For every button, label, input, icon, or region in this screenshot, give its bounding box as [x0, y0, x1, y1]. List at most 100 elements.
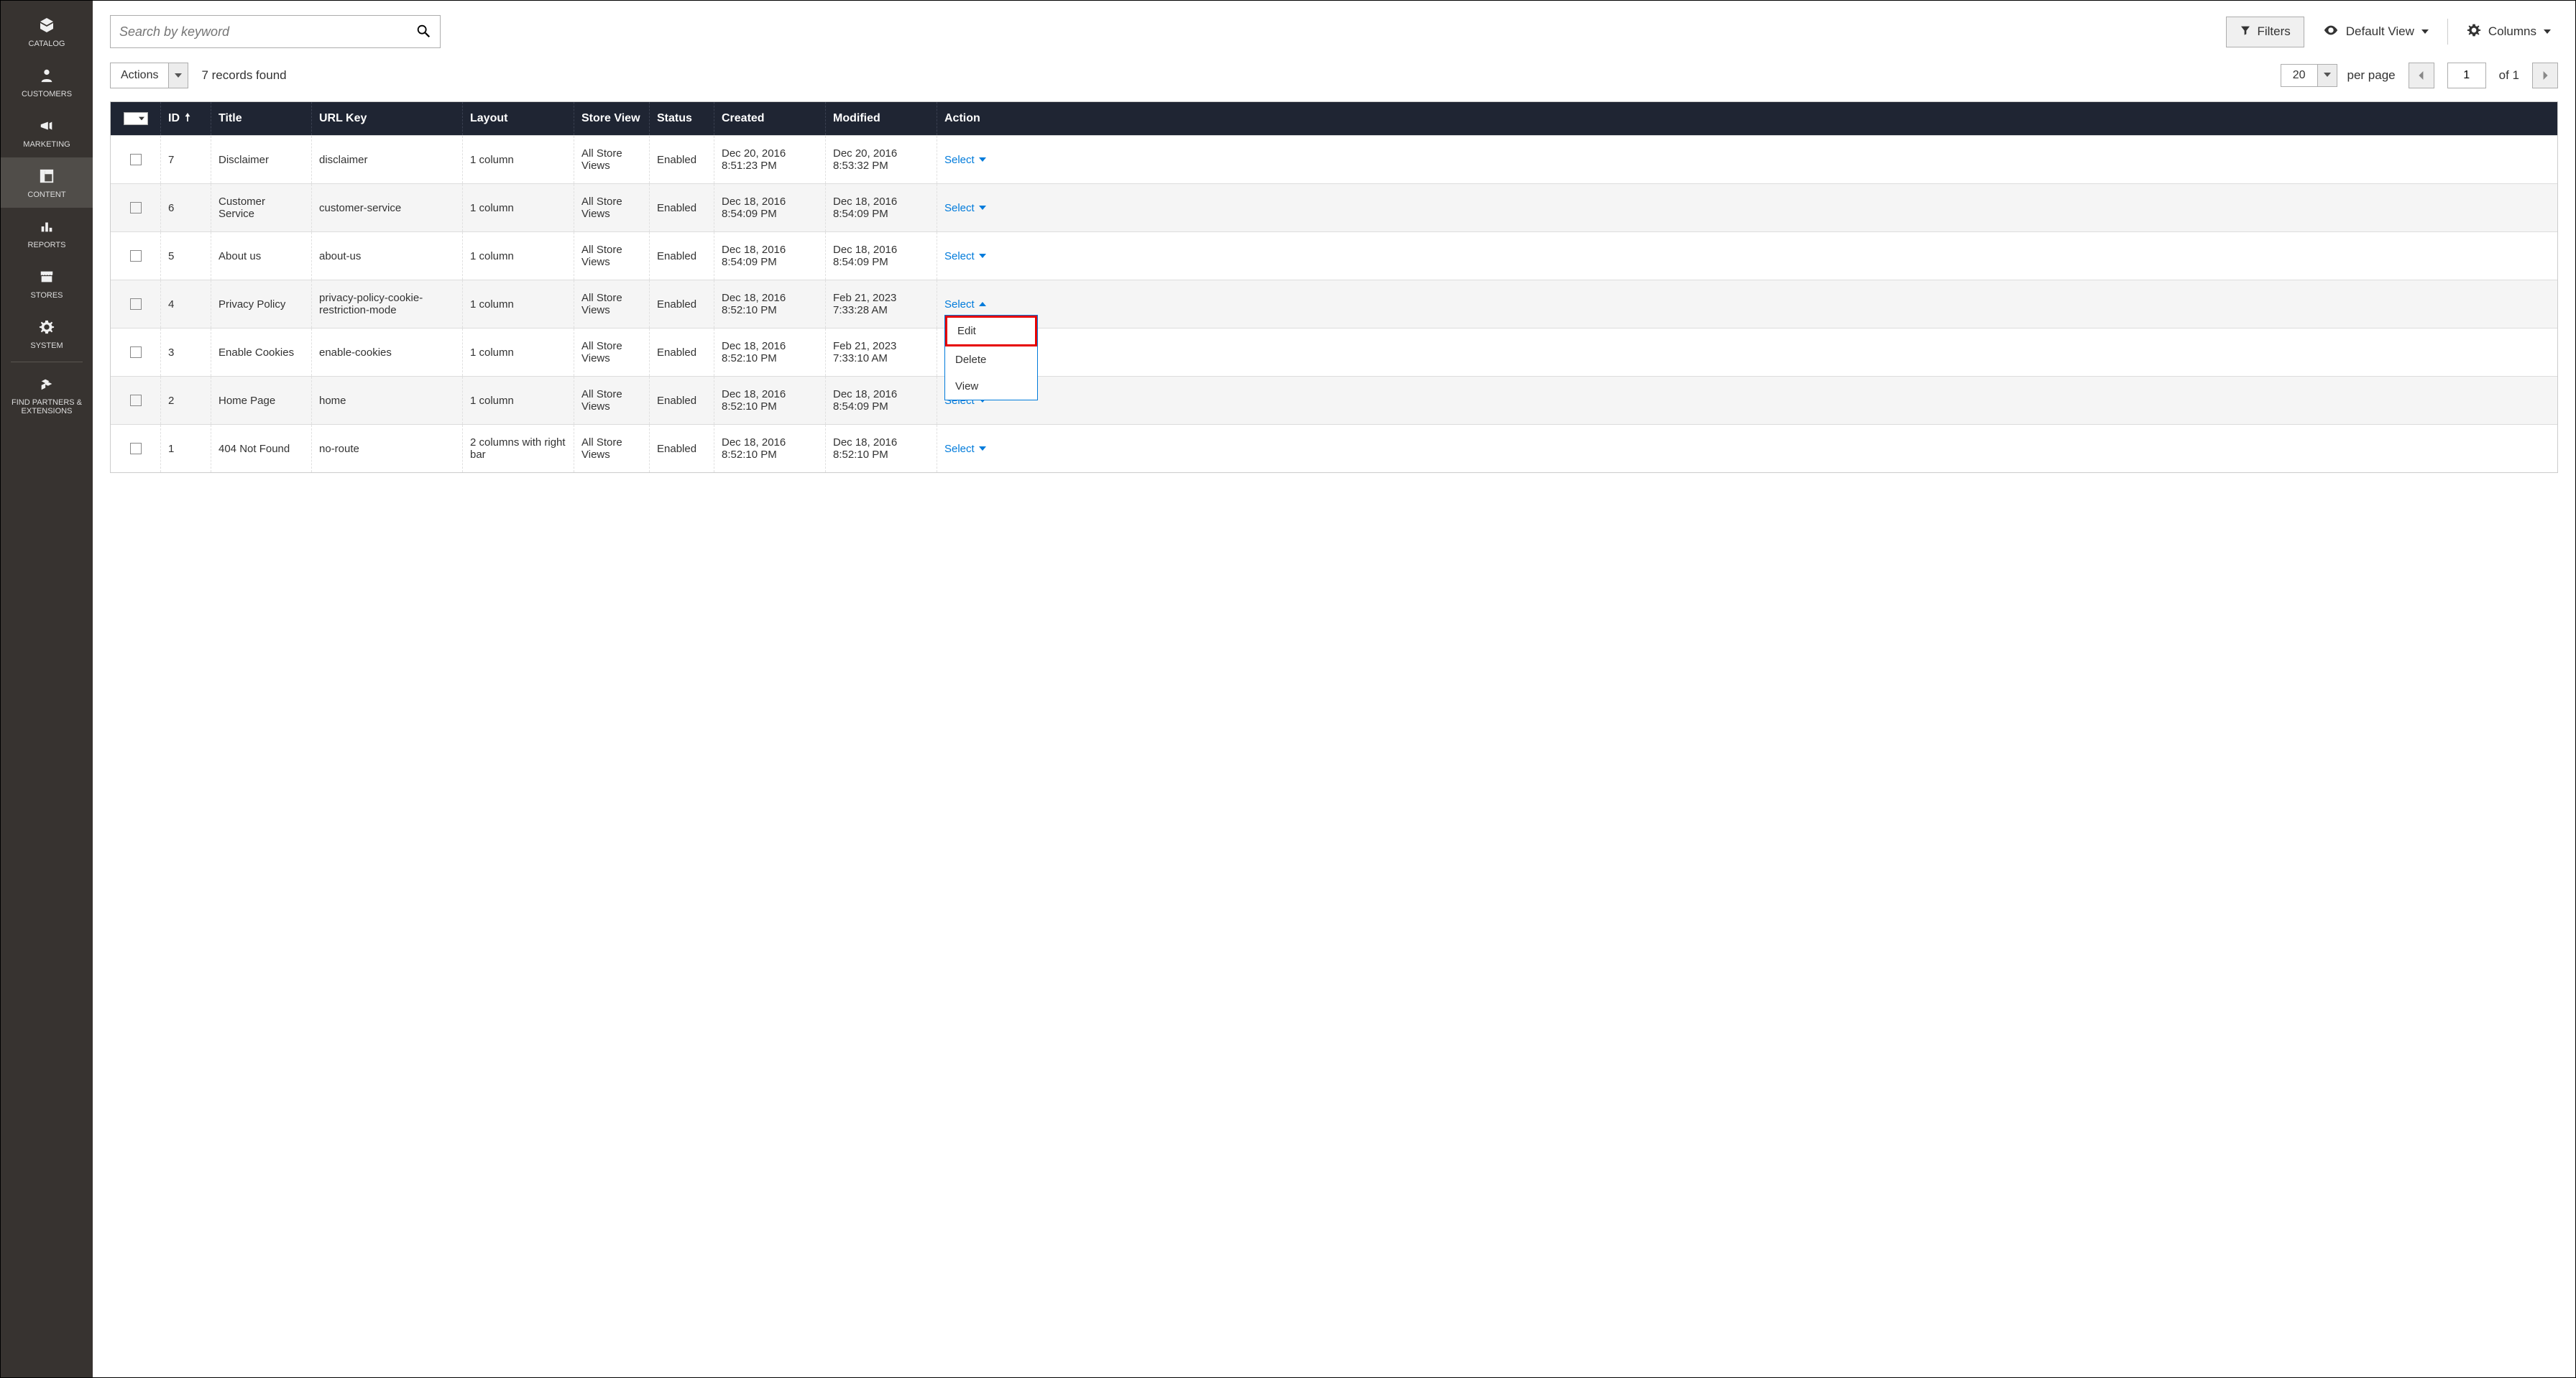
- gear-icon: [37, 317, 57, 337]
- prev-page-button[interactable]: [2409, 63, 2434, 88]
- cell-title: Customer Service: [211, 184, 312, 231]
- sidebar: CATALOG CUSTOMERS MARKETING CONTENT REPO…: [1, 1, 93, 1377]
- cell-created: Dec 18, 2016 8:52:10 PM: [714, 377, 826, 424]
- separator: [2447, 19, 2448, 45]
- sidebar-item-stores[interactable]: STORES: [1, 258, 93, 308]
- select-action-link[interactable]: Select: [944, 250, 986, 262]
- bar-chart-icon: [37, 216, 57, 236]
- header-store-view[interactable]: Store View: [574, 102, 650, 135]
- cell-id: 7: [161, 136, 211, 183]
- action-edit[interactable]: Edit: [945, 316, 1037, 346]
- table-row[interactable]: 4Privacy Policyprivacy-policy-cookie-res…: [111, 280, 2557, 328]
- header-status[interactable]: Status: [650, 102, 714, 135]
- eye-icon: [2323, 22, 2339, 42]
- cell-title: Home Page: [211, 377, 312, 424]
- funnel-icon: [2240, 24, 2251, 40]
- cell-created: Dec 18, 2016 8:54:09 PM: [714, 232, 826, 280]
- table-row[interactable]: 3Enable Cookiesenable-cookies1 columnAll…: [111, 328, 2557, 376]
- row-checkbox[interactable]: [130, 154, 142, 165]
- filters-button[interactable]: Filters: [2226, 17, 2304, 47]
- cell-created: Dec 20, 2016 8:51:23 PM: [714, 136, 826, 183]
- header-layout[interactable]: Layout: [463, 102, 574, 135]
- columns-control[interactable]: Columns: [2460, 23, 2558, 41]
- cell-layout: 1 column: [463, 232, 574, 280]
- megaphone-icon: [37, 116, 57, 136]
- select-action-link[interactable]: Select: [944, 154, 986, 166]
- grid-header: ID Title URL Key Layout Store View Statu…: [111, 102, 2557, 135]
- cell-id: 4: [161, 280, 211, 328]
- header-url-key[interactable]: URL Key: [312, 102, 463, 135]
- action-view[interactable]: View: [945, 373, 1037, 400]
- cell-store-view: All Store Views: [574, 329, 650, 376]
- header-created[interactable]: Created: [714, 102, 826, 135]
- search-input[interactable]: [119, 24, 415, 40]
- sidebar-item-catalog[interactable]: CATALOG: [1, 6, 93, 57]
- sidebar-item-system[interactable]: SYSTEM: [1, 308, 93, 359]
- table-row[interactable]: 5About usabout-us1 columnAll Store Views…: [111, 231, 2557, 280]
- cell-id: 1: [161, 425, 211, 472]
- action-delete[interactable]: Delete: [945, 346, 1037, 373]
- row-checkbox[interactable]: [130, 202, 142, 213]
- cell-created: Dec 18, 2016 8:52:10 PM: [714, 425, 826, 472]
- header-id[interactable]: ID: [161, 102, 211, 135]
- cell-modified: Feb 21, 2023 7:33:10 AM: [826, 329, 937, 376]
- cell-created: Dec 18, 2016 8:54:09 PM: [714, 184, 826, 231]
- select-action-link[interactable]: Select: [944, 298, 986, 311]
- sidebar-item-content[interactable]: CONTENT: [1, 157, 93, 208]
- cell-modified: Dec 20, 2016 8:53:32 PM: [826, 136, 937, 183]
- row-checkbox[interactable]: [130, 250, 142, 262]
- cell-store-view: All Store Views: [574, 232, 650, 280]
- sort-asc-icon: [184, 112, 191, 125]
- cell-status: Enabled: [650, 232, 714, 280]
- select-action-link[interactable]: Select: [944, 443, 986, 455]
- header-checkbox[interactable]: [111, 102, 161, 135]
- default-view-control[interactable]: Default View: [2316, 22, 2436, 42]
- caret-down-icon: [2421, 24, 2429, 39]
- row-checkbox[interactable]: [130, 395, 142, 406]
- cell-status: Enabled: [650, 184, 714, 231]
- data-grid: ID Title URL Key Layout Store View Statu…: [110, 101, 2558, 473]
- sidebar-item-reports[interactable]: REPORTS: [1, 208, 93, 258]
- blocks-icon: [37, 374, 57, 394]
- cube-icon: [37, 15, 57, 35]
- next-page-button[interactable]: [2532, 63, 2558, 88]
- sidebar-item-customers[interactable]: CUSTOMERS: [1, 57, 93, 107]
- sidebar-item-label: MARKETING: [23, 140, 70, 149]
- cell-url-key: enable-cookies: [312, 329, 463, 376]
- sidebar-item-marketing[interactable]: MARKETING: [1, 107, 93, 157]
- action-dropdown-menu: Edit Delete View: [944, 315, 1038, 400]
- table-row[interactable]: 2Home Pagehome1 columnAll Store ViewsEna…: [111, 376, 2557, 424]
- row-checkbox[interactable]: [130, 346, 142, 358]
- caret-down-icon: [2544, 24, 2551, 39]
- table-row[interactable]: 6Customer Servicecustomer-service1 colum…: [111, 183, 2557, 231]
- cell-url-key: customer-service: [312, 184, 463, 231]
- per-page-label: per page: [2347, 68, 2396, 83]
- cell-layout: 1 column: [463, 136, 574, 183]
- sidebar-item-label: FIND PARTNERS & EXTENSIONS: [4, 398, 90, 415]
- cell-layout: 1 column: [463, 184, 574, 231]
- actions-trigger[interactable]: [168, 63, 188, 88]
- layout-icon: [37, 166, 57, 186]
- table-row[interactable]: 7Disclaimerdisclaimer1 columnAll Store V…: [111, 135, 2557, 183]
- cell-modified: Dec 18, 2016 8:52:10 PM: [826, 425, 937, 472]
- row-checkbox[interactable]: [130, 443, 142, 454]
- cell-url-key: no-route: [312, 425, 463, 472]
- page-input[interactable]: [2447, 63, 2486, 88]
- select-action-link[interactable]: Select: [944, 202, 986, 214]
- per-page-trigger[interactable]: [2318, 64, 2337, 87]
- header-title[interactable]: Title: [211, 102, 312, 135]
- cell-layout: 1 column: [463, 280, 574, 328]
- sidebar-item-label: REPORTS: [28, 241, 66, 249]
- person-icon: [37, 65, 57, 86]
- cell-title: About us: [211, 232, 312, 280]
- table-row[interactable]: 1404 Not Foundno-route2 columns with rig…: [111, 424, 2557, 472]
- search-icon[interactable]: [415, 23, 431, 41]
- cell-created: Dec 18, 2016 8:52:10 PM: [714, 329, 826, 376]
- cell-store-view: All Store Views: [574, 184, 650, 231]
- actions-select[interactable]: Actions: [110, 63, 188, 88]
- cell-title: 404 Not Found: [211, 425, 312, 472]
- row-checkbox[interactable]: [130, 298, 142, 310]
- cell-store-view: All Store Views: [574, 136, 650, 183]
- header-modified[interactable]: Modified: [826, 102, 937, 135]
- sidebar-item-partners[interactable]: FIND PARTNERS & EXTENSIONS: [1, 365, 93, 424]
